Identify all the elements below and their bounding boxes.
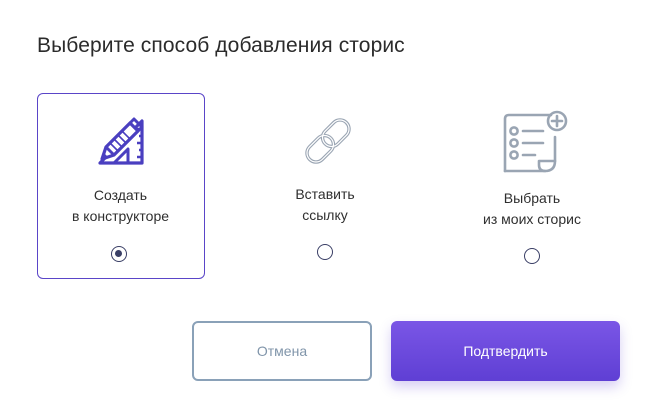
option-link-line2: ссылку — [302, 207, 348, 223]
dialog-title: Выберите способ добавления сторис — [37, 34, 405, 57]
option-my-stories-label: Выбрать из моих сторис — [447, 188, 617, 230]
option-constructor-label: Создать в конструкторе — [38, 185, 203, 227]
radio-my-stories[interactable] — [524, 248, 540, 264]
add-story-dialog: Выберите способ добавления сторис Создат… — [0, 0, 656, 416]
option-link-label: Вставить ссылку — [240, 184, 410, 226]
option-link[interactable]: Вставить ссылку — [240, 93, 410, 279]
option-link-line1: Вставить — [295, 186, 355, 202]
option-constructor-line1: Создать — [93, 187, 148, 203]
pencil-ruler-icon — [92, 115, 152, 167]
option-my-stories-line2: из моих сторис — [483, 211, 581, 227]
option-constructor[interactable]: Создать в конструкторе — [37, 93, 205, 279]
checklist-add-icon — [499, 109, 569, 175]
radio-link[interactable] — [317, 244, 333, 260]
cancel-button[interactable]: Отмена — [192, 321, 372, 381]
radio-selected-dot — [115, 250, 122, 257]
chain-link-icon — [298, 111, 358, 171]
radio-constructor[interactable] — [111, 246, 127, 262]
confirm-button[interactable]: Подтвердить — [391, 321, 620, 381]
option-constructor-line2: в конструкторе — [71, 208, 170, 224]
option-my-stories-line1: Выбрать — [503, 190, 561, 206]
option-my-stories[interactable]: Выбрать из моих сторис — [447, 93, 619, 279]
